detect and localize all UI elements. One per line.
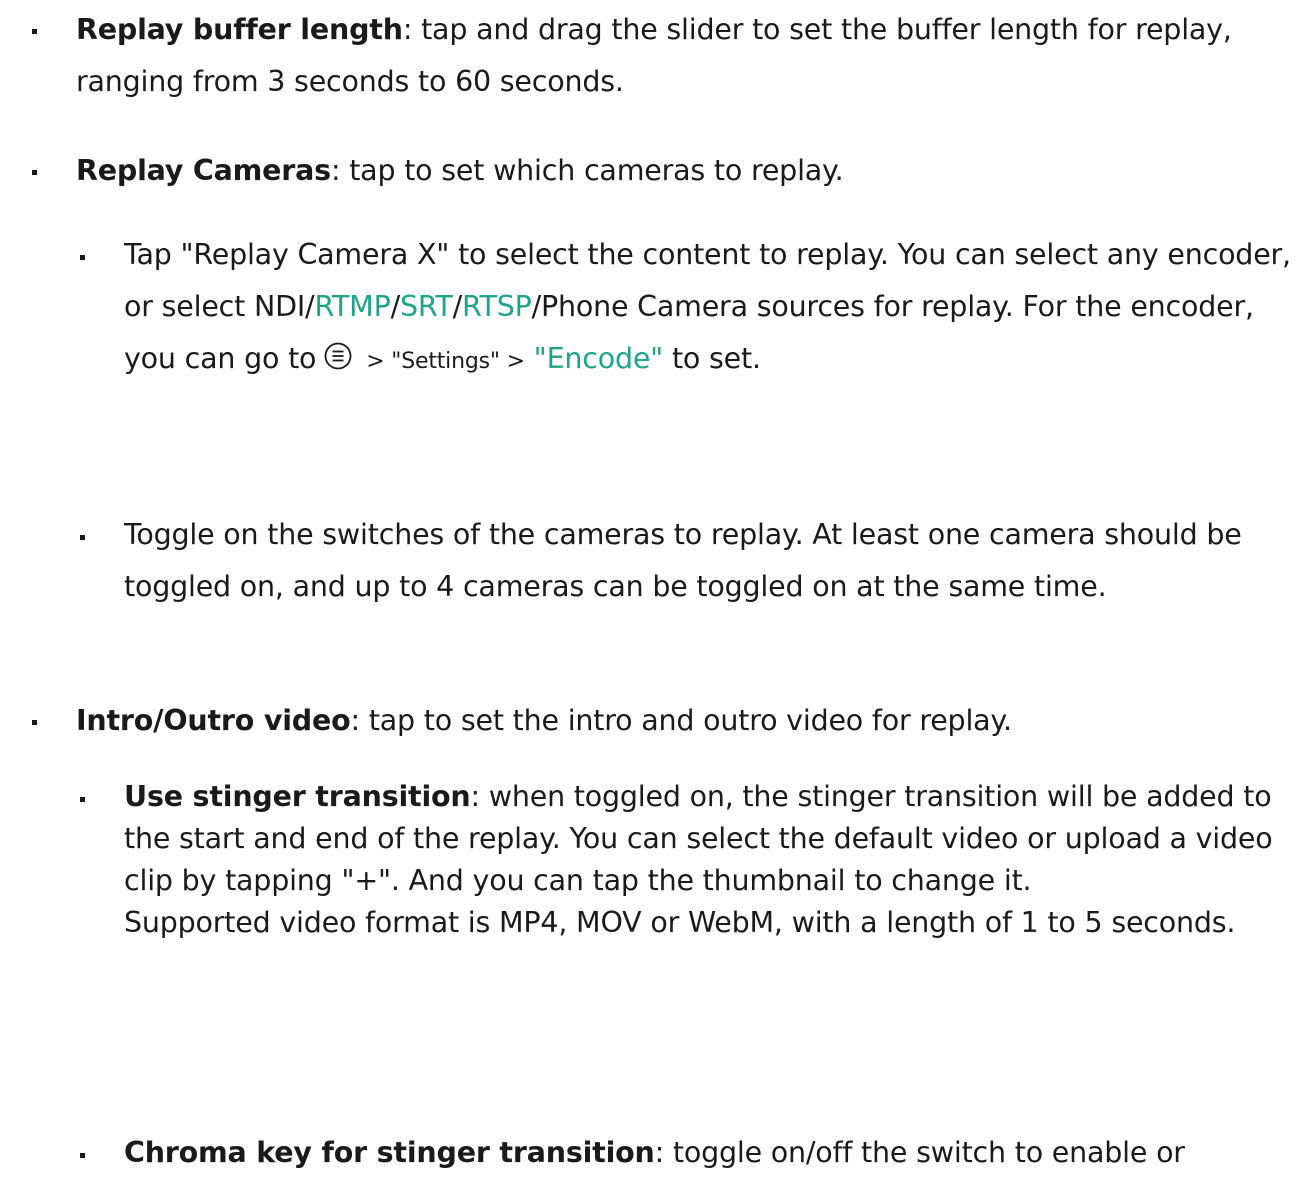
desc-intro-outro-video: : tap to set the intro and outro video f… (350, 704, 1013, 737)
bullet-marker (80, 797, 85, 802)
slash-separator: / (390, 290, 401, 323)
term-use-stinger-transition: Use stinger transition (124, 780, 471, 813)
list-item-intro-outro-video: Intro/Outro video: tap to set the intro … (76, 695, 1291, 747)
bullet-marker (80, 255, 85, 260)
link-rtsp[interactable]: RTSP (462, 290, 532, 323)
desc-chroma-key: : toggle on/off the switch to enable or (654, 1136, 1185, 1169)
menu-circle-icon (324, 342, 352, 370)
list-item-replay-buffer-length: Replay buffer length: tap and drag the s… (76, 4, 1291, 108)
text-camera-x-part3: to set. (671, 342, 761, 375)
document-body: Replay buffer length: tap and drag the s… (0, 0, 1303, 1181)
list-item-toggle-cameras: Toggle on the switches of the cameras to… (124, 509, 1291, 613)
bullet-marker (80, 1153, 85, 1158)
list-item-use-stinger-transition: Use stinger transition: when toggled on,… (124, 776, 1291, 944)
text-settings-path: > "Settings" > (366, 349, 525, 374)
link-srt[interactable]: SRT (400, 290, 453, 323)
slash-separator: / (452, 290, 463, 323)
term-replay-cameras: Replay Cameras (76, 154, 331, 187)
term-replay-buffer-length: Replay buffer length (76, 13, 403, 46)
bullet-marker (32, 170, 37, 175)
list-item-replay-cameras: Replay Cameras: tap to set which cameras… (76, 145, 1291, 197)
list-item-replay-camera-x: Tap "Replay Camera X" to select the cont… (124, 229, 1291, 388)
bullet-marker (32, 29, 37, 34)
list-item-chroma-key: Chroma key for stinger transition: toggl… (124, 1127, 1291, 1179)
link-encode[interactable]: "Encode" (534, 342, 664, 375)
desc-replay-cameras: : tap to set which cameras to replay. (330, 154, 844, 187)
text-toggle-cameras: Toggle on the switches of the cameras to… (124, 518, 1242, 603)
link-rtmp[interactable]: RTMP (314, 290, 390, 323)
term-chroma-key: Chroma key for stinger transition (124, 1136, 655, 1169)
bullet-marker (80, 535, 85, 540)
term-intro-outro-video: Intro/Outro video (76, 704, 351, 737)
text-supported-formats: Supported video format is MP4, MOV or We… (124, 906, 1236, 939)
bullet-marker (32, 720, 37, 725)
